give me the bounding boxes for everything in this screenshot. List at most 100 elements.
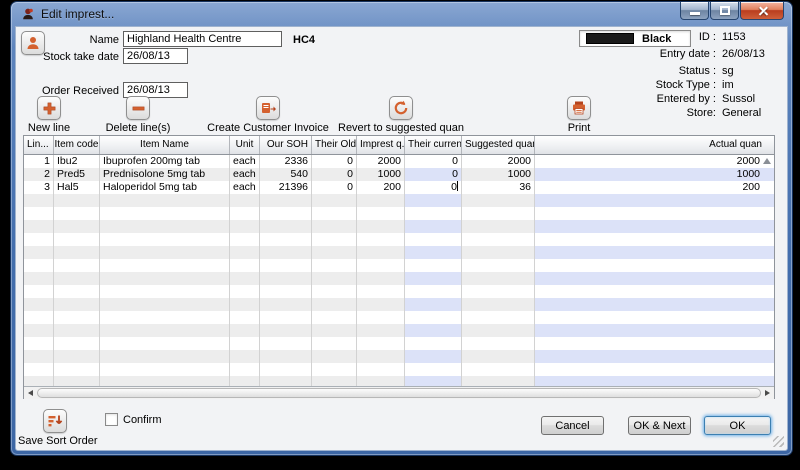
table-cell-empty[interactable] [54,207,100,220]
table-row[interactable]: 3 Hal5 Haloperidol 5mg tab each 21396 0 … [24,181,774,194]
table-row-empty[interactable] [24,194,774,207]
table-cell-empty[interactable] [260,363,312,376]
table-cell-empty[interactable] [535,259,774,272]
table-cell-empty[interactable] [260,337,312,350]
table-cell-empty[interactable] [54,246,100,259]
table-cell-empty[interactable] [100,324,230,337]
table-cell-empty[interactable] [535,337,774,350]
table-cell-empty[interactable] [462,246,535,259]
table-horizontal-scrollbar[interactable] [24,386,774,399]
revert-to-suggested-button[interactable] [389,96,413,120]
table-cell-empty[interactable] [54,363,100,376]
table-cell-empty[interactable] [230,194,260,207]
table-cell-empty[interactable] [230,233,260,246]
delete-lines-button[interactable] [126,96,150,120]
table-cell-empty[interactable] [405,207,462,220]
col-imprest-qty[interactable]: Imprest q... [357,136,405,154]
maximize-button[interactable] [710,2,739,20]
col-suggested-quan[interactable]: Suggested quan [462,136,535,154]
table-cell-empty[interactable] [405,259,462,272]
table-cell-empty[interactable] [260,259,312,272]
table-cell-empty[interactable] [535,285,774,298]
table-vertical-scrollbar[interactable] [759,155,774,386]
table-cell-empty[interactable] [100,376,230,386]
table-cell-empty[interactable] [357,376,405,386]
scroll-left-icon[interactable] [28,390,33,396]
table-row[interactable]: 2 Pred5 Prednisolone 5mg tab each 540 0 … [24,168,774,181]
table-cell-empty[interactable] [357,207,405,220]
table-cell-empty[interactable] [100,233,230,246]
table-cell-empty[interactable] [24,376,54,386]
table-cell-empty[interactable] [100,311,230,324]
print-button[interactable] [567,96,591,120]
table-cell-empty[interactable] [357,350,405,363]
table-cell-empty[interactable] [405,337,462,350]
table-cell-empty[interactable] [535,298,774,311]
stock-take-date-input[interactable] [123,48,188,64]
cell-item-code[interactable]: Ibu2 [54,155,100,168]
table-cell-empty[interactable] [312,350,357,363]
table-cell-empty[interactable] [54,337,100,350]
new-line-button[interactable] [37,96,61,120]
save-sort-order-button[interactable] [43,409,67,433]
table-cell-empty[interactable] [260,311,312,324]
table-cell-empty[interactable] [462,337,535,350]
cell-line[interactable]: 2 [24,168,54,181]
col-their-current[interactable]: Their curren... [405,136,462,154]
cell-actual[interactable]: 1000 [535,168,774,181]
table-cell-empty[interactable] [405,272,462,285]
table-cell-empty[interactable] [24,311,54,324]
table-cell-empty[interactable] [260,272,312,285]
cell-actual[interactable]: 2000 [535,155,774,168]
table-cell-empty[interactable] [24,220,54,233]
close-button[interactable] [740,2,784,20]
table-row-empty[interactable] [24,363,774,376]
table-cell-empty[interactable] [100,285,230,298]
table-row-empty[interactable] [24,220,774,233]
table-cell-empty[interactable] [357,324,405,337]
table-cell-empty[interactable] [462,324,535,337]
table-cell-empty[interactable] [357,194,405,207]
table-cell-empty[interactable] [24,259,54,272]
cell-item-code[interactable]: Pred5 [54,168,100,181]
table-cell-empty[interactable] [462,220,535,233]
table-cell-empty[interactable] [405,311,462,324]
table-cell-empty[interactable] [535,207,774,220]
create-customer-invoice-button[interactable] [256,96,280,120]
table-cell-empty[interactable] [54,324,100,337]
table-cell-empty[interactable] [100,272,230,285]
table-cell-empty[interactable] [100,194,230,207]
cell-their-old[interactable]: 0 [312,168,357,181]
table-cell-empty[interactable] [230,311,260,324]
table-row-empty[interactable] [24,337,774,350]
table-cell-empty[interactable] [230,220,260,233]
table-cell-empty[interactable] [24,194,54,207]
table-cell-empty[interactable] [100,363,230,376]
resize-grip[interactable] [773,436,784,447]
table-cell-empty[interactable] [535,233,774,246]
cell-our-soh[interactable]: 21396 [260,181,312,194]
cell-unit[interactable]: each [230,168,260,181]
col-line[interactable]: Lin... [24,136,54,154]
cell-imprest[interactable]: 2000 [357,155,405,168]
table-cell-empty[interactable] [405,246,462,259]
table-cell-empty[interactable] [230,324,260,337]
table-cell-empty[interactable] [54,350,100,363]
table-cell-empty[interactable] [24,285,54,298]
table-cell-empty[interactable] [405,285,462,298]
table-cell-empty[interactable] [230,272,260,285]
cell-their-old[interactable]: 0 [312,155,357,168]
table-cell-empty[interactable] [312,246,357,259]
table-cell-empty[interactable] [260,376,312,386]
table-cell-empty[interactable] [54,259,100,272]
table-cell-empty[interactable] [357,246,405,259]
table-cell-empty[interactable] [462,194,535,207]
table-cell-empty[interactable] [100,259,230,272]
table-cell-empty[interactable] [535,350,774,363]
table-cell-empty[interactable] [260,220,312,233]
ok-next-button[interactable]: OK & Next [628,416,691,435]
table-cell-empty[interactable] [260,298,312,311]
cell-unit[interactable]: each [230,155,260,168]
name-input[interactable] [123,31,282,47]
table-cell-empty[interactable] [24,298,54,311]
